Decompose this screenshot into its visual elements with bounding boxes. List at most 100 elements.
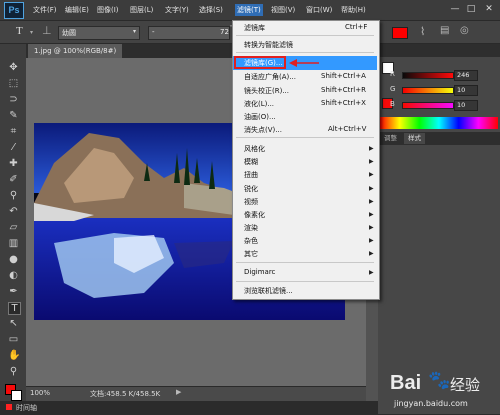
menu-item-vanishing-point[interactable]: 消失点(V)... [244, 125, 282, 135]
menu-type[interactable]: 文字(Y) [165, 5, 189, 15]
menu-window[interactable]: 窗口(W) [306, 5, 332, 15]
type-tool-icon[interactable]: T [16, 25, 23, 37]
menu-item-browse-filters-online[interactable]: 浏览联机滤镜... [244, 286, 293, 296]
annotation-highlight-box [234, 56, 286, 69]
menu-select[interactable]: 选择(S) [199, 5, 223, 15]
channel-b-label: B [390, 100, 395, 108]
right-panel-dock [378, 44, 500, 414]
menu-item-video[interactable]: 视频 [244, 197, 258, 207]
menu-item-lens-correction[interactable]: 镜头校正(R)... [244, 86, 289, 96]
chevron-down-icon: ▾ [132, 28, 136, 35]
channel-b-value[interactable]: 10 [454, 100, 478, 111]
menu-item-other[interactable]: 其它 [244, 249, 258, 259]
status-bar: 100% 文档:458.5 K/458.5K ▶ [26, 386, 366, 401]
type-tool-icon[interactable]: T [8, 302, 21, 315]
font-style-select[interactable]: - [148, 26, 230, 40]
menu-item-sharpen[interactable]: 锐化 [244, 184, 258, 194]
menu-help[interactable]: 帮助(H) [341, 5, 366, 15]
menu-item-convert-smart-filters[interactable]: 转换为智能滤镜 [244, 40, 293, 50]
zoom-tool-icon[interactable]: ⚲ [8, 366, 19, 377]
maximize-button[interactable]: □ [464, 3, 478, 15]
gradient-tool-icon[interactable]: ▥ [8, 238, 19, 249]
blur-tool-icon[interactable]: ● [8, 254, 19, 265]
font-size-value[interactable]: 72 [220, 28, 229, 36]
channel-g-slider[interactable] [402, 87, 454, 94]
menu-image[interactable]: 图像(I) [97, 5, 119, 15]
shortcut-adaptive-wide-angle: Shift+Ctrl+A [321, 72, 366, 80]
menu-item-noise[interactable]: 杂色 [244, 236, 258, 246]
channel-b-slider[interactable] [402, 102, 454, 109]
menu-item-distort[interactable]: 扭曲 [244, 170, 258, 180]
document-tab[interactable]: 1.jpg @ 100%(RGB/8#) [28, 44, 123, 58]
color-spectrum-bar[interactable] [380, 117, 498, 129]
path-selection-tool-icon[interactable]: ↖ [8, 318, 19, 329]
document-info: 文档:458.5 K/458.5K [90, 390, 161, 398]
styles-panel-header: 调整 样式 [378, 132, 500, 145]
brush-tool-icon[interactable]: ✐ [8, 174, 19, 185]
menu-item-render[interactable]: 渲染 [244, 223, 258, 233]
menu-item-stylize[interactable]: 风格化 [244, 144, 265, 154]
submenu-arrow-icon: ▶ [369, 224, 374, 231]
warp-text-icon[interactable]: ⌇ [420, 25, 425, 38]
tab-adjustments[interactable]: 调整 [380, 133, 401, 144]
timeline-tab[interactable]: 时间轴 [16, 403, 37, 413]
submenu-arrow-icon: ▶ [369, 198, 374, 205]
shortcut-liquify: Shift+Ctrl+X [321, 99, 366, 107]
submenu-arrow-icon: ▶ [369, 211, 374, 218]
menu-separator [236, 137, 374, 138]
menu-filter[interactable]: 滤镜(T) [235, 4, 263, 16]
color-panel-header [378, 44, 500, 57]
dodge-tool-icon[interactable]: ◐ [8, 270, 19, 281]
menu-item-adaptive-wide-angle[interactable]: 自适应广角(A)... [244, 72, 296, 82]
rectangle-tool-icon[interactable]: ▭ [8, 334, 19, 345]
tab-styles[interactable]: 样式 [404, 133, 425, 144]
paw-icon: 🐾 [428, 370, 451, 391]
menu-view[interactable]: 视图(V) [271, 5, 295, 15]
menu-item-last-filter[interactable]: 滤镜库 [244, 23, 265, 33]
lasso-tool-icon[interactable]: ⊃ [8, 94, 19, 105]
font-family-select[interactable]: 幼圆 ▾ [58, 26, 140, 40]
eraser-tool-icon[interactable]: ▱ [8, 222, 19, 233]
hand-tool-icon[interactable]: ✋ [8, 350, 20, 361]
annotation-arrow-icon [289, 59, 319, 67]
channel-r-slider[interactable] [402, 72, 454, 79]
zoom-level[interactable]: 100% [30, 389, 50, 397]
marquee-tool-icon[interactable]: ⬚ [8, 78, 19, 89]
channel-r-label: R [390, 70, 395, 78]
healing-brush-tool-icon[interactable]: ✚ [8, 158, 19, 169]
channel-g-value[interactable]: 10 [454, 85, 478, 96]
submenu-arrow-icon: ▶ [369, 158, 374, 165]
menu-item-oil-paint[interactable]: 油画(O)... [244, 112, 276, 122]
3d-icon[interactable]: ◎ [460, 25, 469, 36]
background-color-swatch[interactable] [11, 390, 22, 401]
type-orientation-icon[interactable]: ⊥ [42, 24, 52, 37]
menu-item-digimarc[interactable]: Digimarc [244, 268, 275, 276]
menu-item-blur[interactable]: 模糊 [244, 157, 258, 167]
status-menu-arrow-icon[interactable]: ▶ [176, 388, 181, 396]
minimize-button[interactable]: — [448, 3, 462, 15]
move-tool-icon[interactable]: ✥ [8, 62, 19, 73]
crop-tool-icon[interactable]: ⌗ [8, 126, 19, 137]
watermark-url: jingyan.baidu.com [394, 399, 468, 408]
close-button[interactable]: ✕ [482, 3, 496, 15]
timeline-icon [6, 404, 12, 410]
text-color-swatch[interactable] [392, 27, 408, 39]
quick-select-tool-icon[interactable]: ✎ [8, 110, 19, 121]
clone-stamp-tool-icon[interactable]: ⚲ [8, 190, 19, 201]
chevron-down-icon[interactable]: ▾ [30, 29, 33, 36]
submenu-arrow-icon: ▶ [369, 185, 374, 192]
panels-toggle-icon[interactable]: ▤ [440, 25, 449, 36]
history-brush-tool-icon[interactable]: ↶ [8, 206, 19, 217]
eyedropper-tool-icon[interactable]: ⁄ [8, 142, 19, 153]
menu-item-pixelate[interactable]: 像素化 [244, 210, 265, 220]
menu-item-liquify[interactable]: 液化(L)... [244, 99, 274, 109]
watermark-brand: Bai [390, 372, 422, 394]
channel-g-label: G [390, 85, 396, 93]
channel-r-value[interactable]: 246 [454, 70, 478, 81]
menu-layer[interactable]: 图层(L) [130, 5, 153, 15]
shortcut-lens-correction: Shift+Ctrl+R [321, 86, 366, 94]
font-family-value: 幼圆 [62, 29, 76, 37]
pen-tool-icon[interactable]: ✒ [8, 286, 19, 297]
menu-file[interactable]: 文件(F) [33, 5, 57, 15]
menu-edit[interactable]: 编辑(E) [65, 5, 89, 15]
